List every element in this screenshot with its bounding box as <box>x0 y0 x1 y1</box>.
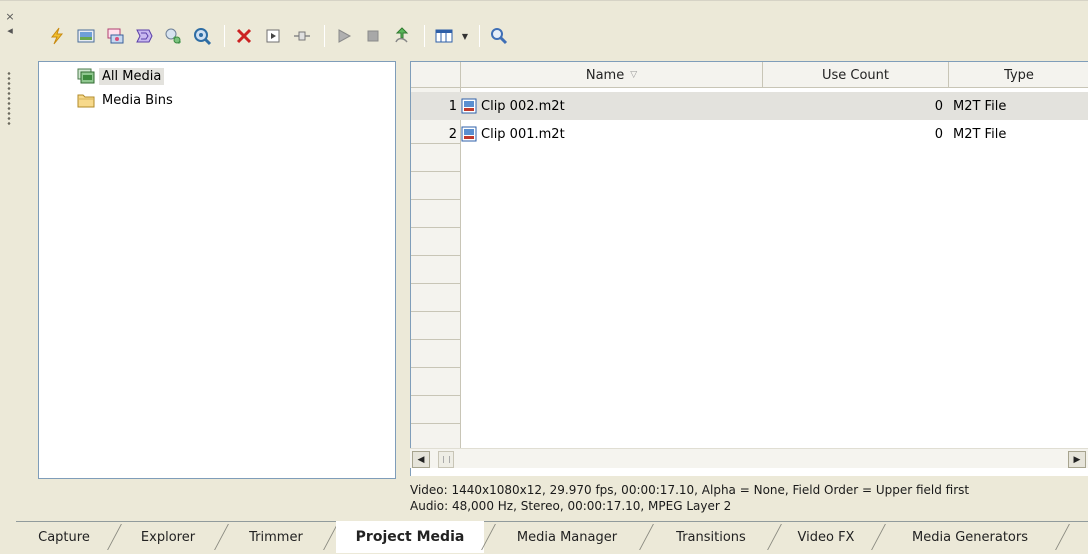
close-window-icon[interactable]: × <box>4 11 16 23</box>
tree-item-all-media[interactable]: All Media <box>77 66 165 86</box>
media-properties-icon <box>194 28 212 46</box>
tab-transitions[interactable]: Transitions <box>652 522 770 552</box>
tree-item-label: All Media <box>99 67 165 85</box>
project-media-window: × ◂ ▼ All Media Media Bins Name ▽ Use Co… <box>0 0 1088 554</box>
gutter-cell <box>411 368 460 396</box>
search-button[interactable] <box>486 23 512 49</box>
remove-button[interactable] <box>231 23 257 49</box>
media-properties-button[interactable] <box>189 23 215 49</box>
gutter-cell <box>411 396 460 424</box>
horizontal-scrollbar[interactable]: ◀ ▶ <box>410 448 1088 468</box>
scrollbar-thumb[interactable] <box>438 451 454 468</box>
tree-item-label: Media Bins <box>102 92 173 108</box>
video-info: Video: 1440x1080x12, 29.970 fps, 00:00:1… <box>410 483 970 497</box>
toolbar-separator <box>479 25 480 47</box>
tab-video-fx[interactable]: Video FX <box>778 522 874 552</box>
get-media-from-web-icon <box>107 28 124 44</box>
media-list[interactable]: Name ▽ Use Count Type 1 Clip 002.m2t 0 M… <box>410 61 1088 476</box>
tab-trimmer[interactable]: Trimmer <box>226 522 326 552</box>
toolbar-separator <box>224 25 225 47</box>
media-fx-button[interactable] <box>260 23 286 49</box>
views-icon <box>435 29 453 43</box>
media-fx-icon <box>266 29 280 43</box>
views-dropdown-icon[interactable]: ▼ <box>460 23 470 49</box>
file-name: Clip 001.m2t <box>481 126 565 142</box>
video-file-icon <box>461 126 477 142</box>
scroll-left-icon[interactable]: ◀ <box>412 451 430 468</box>
gutter-cell <box>411 172 460 200</box>
column-header-use-count[interactable]: Use Count <box>763 62 949 88</box>
sort-indicator-icon: ▽ <box>630 70 638 80</box>
get-media-from-web-button[interactable] <box>102 23 128 49</box>
media-info: Video: 1440x1080x12, 29.970 fps, 00:00:1… <box>410 482 1088 514</box>
scroll-right-icon[interactable]: ▶ <box>1068 451 1086 468</box>
list-header: Name ▽ Use Count Type <box>411 62 1088 88</box>
stop-preview-button[interactable] <box>360 23 386 49</box>
media-plugin-button[interactable] <box>289 23 315 49</box>
capture-video-button[interactable] <box>73 23 99 49</box>
row-number: 1 <box>448 98 457 114</box>
media-plugin-icon <box>294 31 310 41</box>
column-header-label: Name <box>585 67 625 83</box>
table-row[interactable]: 2 Clip 001.m2t 0 M2T File <box>411 120 1088 148</box>
collapse-window-icon[interactable]: ◂ <box>4 25 16 37</box>
get-photos-button[interactable] <box>160 23 186 49</box>
gutter-cell <box>411 284 460 312</box>
file-type: M2T File <box>953 126 1007 142</box>
use-count: 0 <box>934 126 943 142</box>
start-preview-icon <box>338 29 352 43</box>
column-header-label: Type <box>1004 67 1034 83</box>
gutter-cell <box>411 228 460 256</box>
gutter-cell <box>411 312 460 340</box>
gutter-cell <box>411 200 460 228</box>
file-type: M2T File <box>953 98 1007 114</box>
dock-strip: × ◂ <box>0 11 18 131</box>
gutter-cell <box>411 256 460 284</box>
file-name: Clip 002.m2t <box>481 98 565 114</box>
stop-preview-icon <box>367 30 379 42</box>
import-media-icon <box>50 27 64 45</box>
column-header-name[interactable]: Name ▽ <box>461 62 763 88</box>
audio-info: Audio: 48,000 Hz, Stereo, 00:00:17.10, M… <box>410 499 732 513</box>
remove-icon <box>236 28 252 44</box>
row-name-cell: Clip 002.m2t <box>461 98 763 114</box>
extract-audio-button[interactable] <box>131 23 157 49</box>
tab-capture[interactable]: Capture <box>16 522 112 552</box>
tab-media-generators[interactable]: Media Generators <box>882 522 1058 552</box>
auto-preview-button[interactable] <box>389 23 415 49</box>
gutter-cell <box>411 340 460 368</box>
get-photos-icon <box>165 28 182 45</box>
row-number-header <box>411 62 461 88</box>
table-row[interactable]: 1 Clip 002.m2t 0 M2T File <box>411 92 1088 120</box>
gutter-cell <box>411 144 460 172</box>
tree-item-media-bins[interactable]: Media Bins <box>77 90 176 110</box>
views-button[interactable] <box>431 23 457 49</box>
start-preview-button[interactable] <box>331 23 357 49</box>
column-header-label: Use Count <box>821 67 890 83</box>
capture-video-icon <box>77 29 95 43</box>
search-icon <box>491 28 508 45</box>
toolbar-separator <box>324 25 325 47</box>
use-count: 0 <box>934 98 943 114</box>
tab-explorer[interactable]: Explorer <box>118 522 218 552</box>
extract-audio-icon <box>136 29 153 43</box>
tab-project-media[interactable]: Project Media <box>336 521 484 553</box>
toolbar: ▼ <box>44 21 515 51</box>
auto-preview-icon <box>395 27 409 43</box>
dock-grip-handle[interactable] <box>7 71 11 125</box>
toolbar-separator <box>424 25 425 47</box>
tab-media-manager[interactable]: Media Manager <box>492 522 642 552</box>
import-media-button[interactable] <box>44 23 70 49</box>
row-number: 2 <box>448 126 457 142</box>
media-bins-tree[interactable]: All Media Media Bins <box>38 61 396 479</box>
all-media-icon <box>77 68 95 84</box>
row-name-cell: Clip 001.m2t <box>461 126 763 142</box>
window-tabs: Capture Explorer Trimmer Project Media M… <box>16 521 1088 553</box>
column-header-type[interactable]: Type <box>949 62 1088 88</box>
video-file-icon <box>461 98 477 114</box>
folder-icon <box>77 94 95 108</box>
